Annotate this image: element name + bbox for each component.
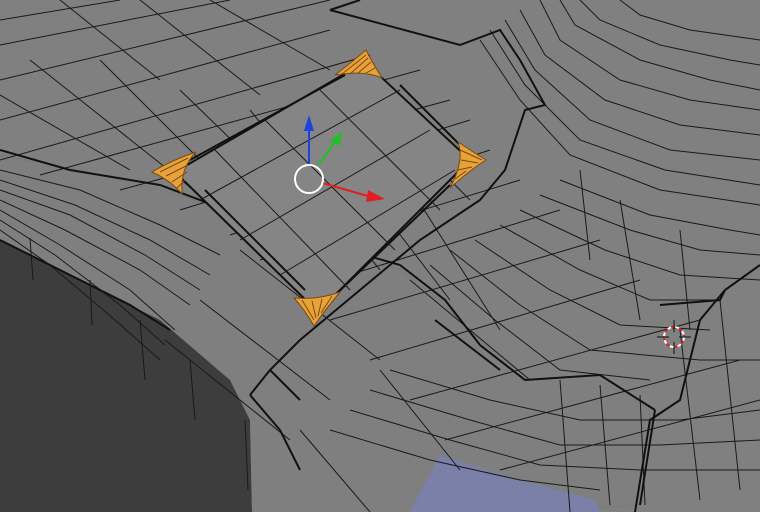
3d-viewport[interactable] — [0, 0, 760, 512]
